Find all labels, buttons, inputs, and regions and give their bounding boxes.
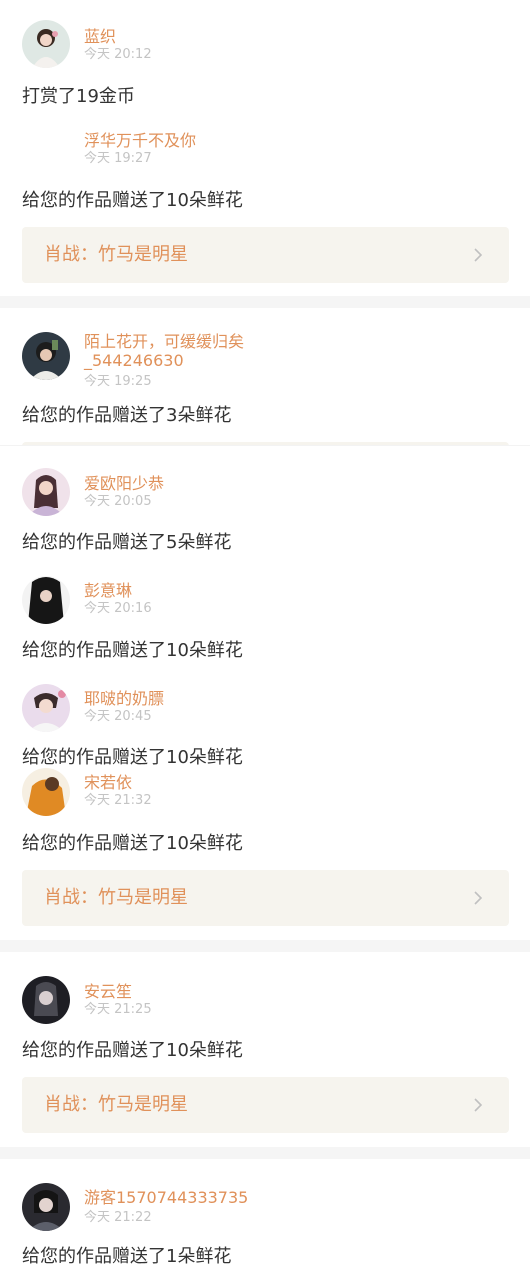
work-title: 肖战：竹马是明星 [44,887,188,908]
chevron-right-icon [474,891,483,905]
avatar[interactable] [22,684,70,732]
avatar[interactable] [22,976,70,1024]
section-divider [0,296,530,308]
timestamp: 今天 20:12 [84,47,152,62]
sender-name[interactable]: 游客1570744333735 [84,1188,248,1207]
gift-entry: 蓝织 今天 20:12 打赏了19金币 [0,0,530,120]
sender-name[interactable]: 宋若依 [84,773,132,792]
gift-message: 给您的作品赠送了1朵鲜花 [22,1246,232,1267]
work-title: 肖战：竹马是明星 [44,1094,188,1115]
gift-message: 给您的作品赠送了10朵鲜花 [22,640,243,661]
work-title: 肖战：竹马是明星 [44,244,188,265]
work-link[interactable]: 肖战：竹马是明星 [22,227,509,283]
avatar[interactable] [22,576,70,624]
avatar[interactable] [22,768,70,816]
section-divider [0,940,530,952]
avatar[interactable] [22,1183,70,1231]
chevron-right-icon [474,1098,483,1112]
avatar[interactable] [22,332,70,380]
gift-entry: 浮华万千不及你 今天 19:27 给您的作品赠送了10朵鲜花 [0,120,530,220]
timestamp: 今天 21:25 [84,1002,152,1017]
sender-name[interactable]: 陌上花开，可缓缓归矣 [84,332,244,351]
gift-entry: 耶啵的奶膘 今天 20:45 给您的作品赠送了10朵鲜花 [0,664,530,768]
timestamp: 今天 20:16 [84,601,152,616]
sender-name[interactable]: 安云笙 [84,982,132,1001]
notification-card: 蓝织 今天 20:12 打赏了19金币 浮华万千不及你 今天 19:27 给您的… [0,0,530,296]
timestamp: 今天 20:45 [84,709,152,724]
avatar[interactable] [22,20,70,68]
section-divider [0,1147,530,1159]
timestamp: 今天 20:05 [84,494,152,509]
gift-message: 打赏了19金币 [22,86,135,107]
timestamp: 今天 21:32 [84,793,152,808]
timestamp: 今天 19:27 [84,151,152,166]
gift-message: 给您的作品赠送了5朵鲜花 [22,532,232,553]
gift-message: 给您的作品赠送了10朵鲜花 [22,190,243,211]
notification-card: 陌上花开，可缓缓归矣 _544246630 今天 19:25 给您的作品赠送了3… [0,308,530,446]
sender-name[interactable]: 蓝织 [84,27,116,46]
avatar[interactable] [22,468,70,516]
gift-entry: 宋若依 今天 21:32 给您的作品赠送了10朵鲜花 [0,760,530,870]
work-link[interactable]: 肖战：竹马是明星 [22,870,509,926]
timestamp: 今天 21:22 [84,1210,152,1225]
work-link[interactable]: 肖战：竹马是明星 [22,1077,509,1133]
gift-entry: 彭意琳 今天 20:16 给您的作品赠送了10朵鲜花 [0,556,530,664]
notification-card: 安云笙 今天 21:25 给您的作品赠送了10朵鲜花 肖战：竹马是明星 [0,952,530,1147]
gift-message: 给您的作品赠送了10朵鲜花 [22,1040,243,1061]
sender-name[interactable]: 浮华万千不及你 [84,131,196,150]
gift-entry: 爱欧阳少恭 今天 20:05 给您的作品赠送了5朵鲜花 [0,446,530,556]
timestamp: 今天 19:25 [84,374,152,389]
sender-name[interactable]: 爱欧阳少恭 [84,474,164,493]
chevron-right-icon [474,248,483,262]
notification-card: 游客1570744333735 今天 21:22 给您的作品赠送了1朵鲜花 [0,1159,530,1280]
gift-message: 给您的作品赠送了3朵鲜花 [22,405,232,426]
sender-name[interactable]: 彭意琳 [84,581,132,600]
sender-name-continued[interactable]: _544246630 [84,351,184,370]
notification-card: 爱欧阳少恭 今天 20:05 给您的作品赠送了5朵鲜花 彭意琳 今天 20:16… [0,446,530,940]
gift-message: 给您的作品赠送了10朵鲜花 [22,833,243,854]
sender-name[interactable]: 耶啵的奶膘 [84,689,164,708]
